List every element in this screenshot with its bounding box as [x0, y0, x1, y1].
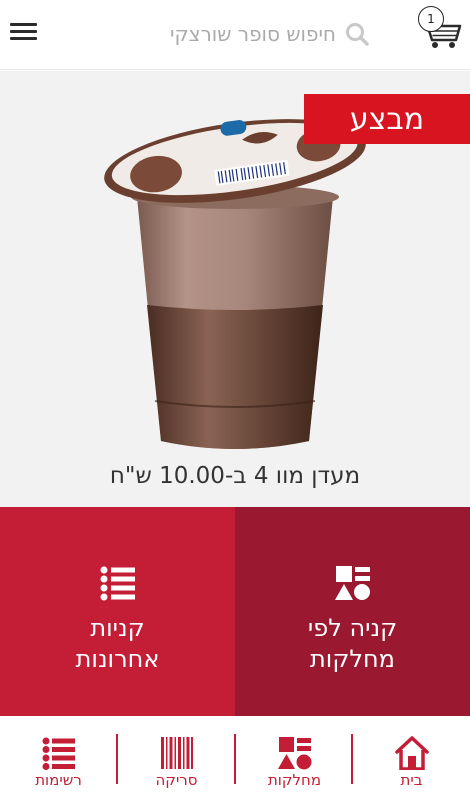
barcode-icon: [160, 737, 193, 769]
shapes-icon: [334, 566, 370, 600]
hamburger-icon-line: [10, 37, 37, 40]
cart-button[interactable]: 1: [416, 4, 464, 50]
home-icon: [394, 736, 429, 770]
cart-count-badge: 1: [418, 6, 444, 32]
bottom-navigation: רשימות סריקה מחלקות בית: [0, 716, 470, 800]
recent-purchases-label: קניות אחרונות: [0, 613, 235, 675]
list-icon: [100, 566, 135, 601]
nav-lists[interactable]: רשימות: [0, 716, 117, 800]
promo-banner[interactable]: מבצע מעדן מוו 4 ב-10.00 ש"ח: [0, 71, 470, 507]
top-bar: 1: [0, 0, 470, 70]
shapes-icon: [277, 737, 311, 770]
nav-home[interactable]: בית: [353, 716, 470, 800]
recent-purchases-tile[interactable]: קניות אחרונות: [0, 507, 235, 716]
search-bar: [120, 14, 370, 54]
list-icon: [42, 737, 75, 770]
tile-label-line: מחלקות: [310, 645, 395, 673]
sale-badge: מבצע: [304, 94, 470, 144]
shop-by-department-label: קניה לפי מחלקות: [235, 613, 470, 675]
nav-departments-label: מחלקות: [267, 771, 322, 789]
search-input[interactable]: [126, 22, 336, 46]
search-icon[interactable]: [344, 21, 370, 47]
promo-caption: מעדן מוו 4 ב-10.00 ש"ח: [109, 463, 361, 489]
tile-label-line: אחרונות: [75, 645, 160, 673]
product-image[interactable]: [95, 101, 375, 461]
nav-home-label: בית: [400, 771, 423, 789]
hamburger-icon-line: [10, 30, 37, 33]
tile-label-line: קניות: [90, 614, 145, 642]
nav-lists-label: רשימות: [35, 771, 82, 789]
nav-scan-label: סריקה: [155, 771, 198, 789]
nav-departments[interactable]: מחלקות: [236, 716, 353, 800]
hamburger-menu-button[interactable]: [10, 19, 42, 47]
hamburger-icon-line: [10, 23, 37, 26]
shop-by-department-tile[interactable]: קניה לפי מחלקות: [235, 507, 470, 716]
nav-scan[interactable]: סריקה: [118, 716, 235, 800]
tile-label-line: קניה לפי: [307, 614, 398, 642]
